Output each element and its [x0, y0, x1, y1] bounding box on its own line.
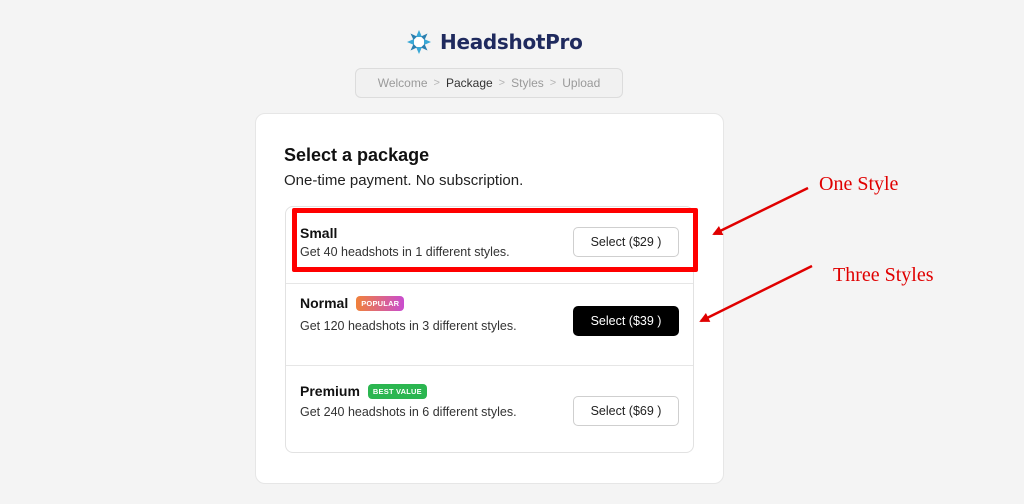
annotation-arrows	[699, 186, 813, 323]
arrow-to-normal-icon	[699, 264, 813, 323]
arrow-to-small-icon	[712, 186, 809, 236]
annotation-three-styles: Three Styles	[833, 264, 934, 286]
annotation-one-style: One Style	[819, 173, 899, 195]
